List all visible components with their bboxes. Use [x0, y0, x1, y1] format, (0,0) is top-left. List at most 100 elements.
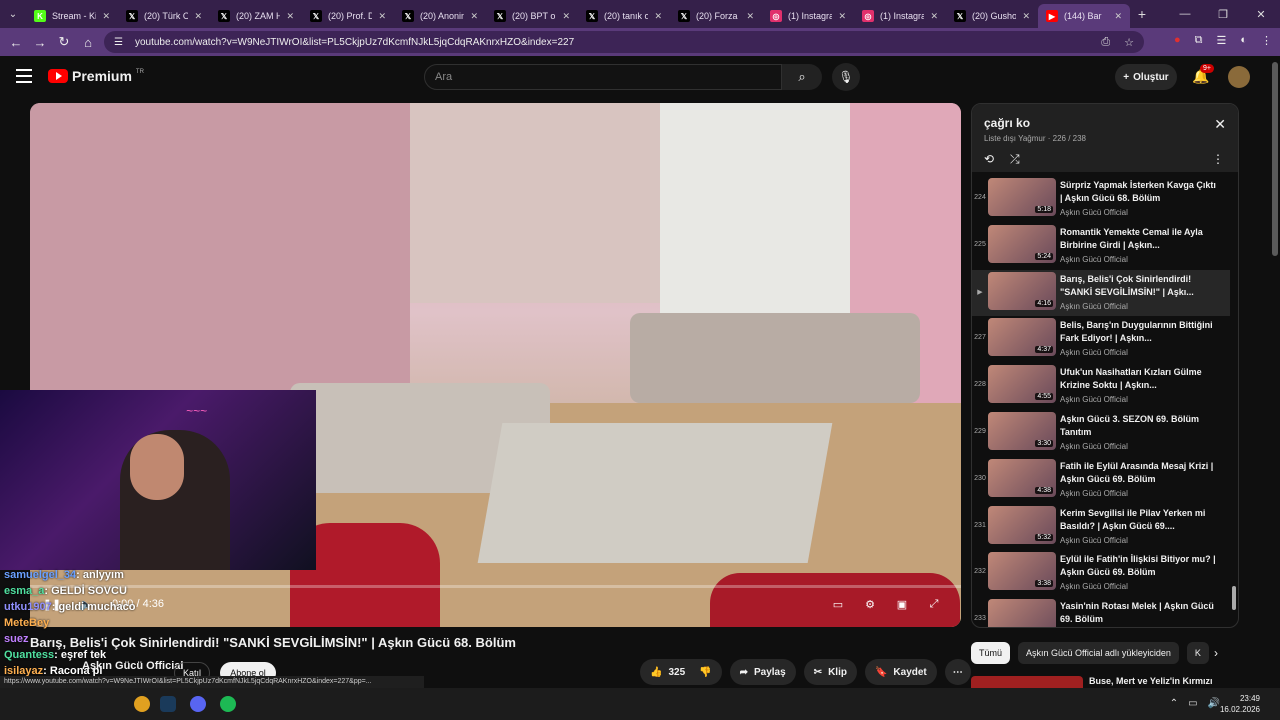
recommended-video[interactable]: Buse, Mert ve Yeliz'in Kırmızı [971, 676, 1239, 688]
youtube-premium-logo[interactable]: Premium TR [48, 68, 144, 84]
browser-tab[interactable]: 𝕏 (20) ZAM Ha ✕ [210, 4, 302, 28]
close-tab-icon[interactable]: ✕ [930, 11, 938, 22]
playlist-item-title[interactable]: Romantik Yemekte Cemal ile Ayla Birbirin… [1060, 226, 1220, 252]
close-window-icon[interactable]: ✕ [1242, 0, 1280, 28]
maximize-icon[interactable]: ❐ [1204, 0, 1242, 28]
filter-chip[interactable]: K [1186, 642, 1209, 664]
playlist-item[interactable]: 230 4:38 Fatih ile Eylül Arasında Mesaj Kr… [972, 457, 1230, 504]
recommended-title[interactable]: Buse, Mert ve Yeliz'in Kırmızı [1089, 676, 1213, 686]
profile-icon[interactable]: ◐ [1240, 34, 1247, 47]
share-button[interactable]: ➦ Paylaş [729, 659, 796, 685]
close-tab-icon[interactable]: ✕ [194, 11, 202, 22]
playlist-thumbnail[interactable]: 4:55 [988, 365, 1056, 404]
steam-icon[interactable] [160, 696, 176, 712]
playlist-item[interactable]: 229 3:30 Aşkın Gücü 3. SEZON 69. Bölüm Tan… [972, 410, 1230, 457]
playlist-item[interactable]: 233 3:37 Yasin'nin Rotası Melek | Aşkın Gü… [972, 597, 1230, 627]
playlist-thumbnail[interactable]: 3:38 [988, 552, 1056, 591]
chat-username[interactable]: esma_a [4, 585, 44, 597]
chat-username[interactable]: suez [4, 633, 28, 645]
playlist-item-title[interactable]: Belis, Barış'ın Duygularının Bittiğini F… [1060, 319, 1220, 345]
close-tab-icon[interactable]: ✕ [1114, 11, 1122, 22]
close-tab-icon[interactable]: ✕ [1022, 11, 1030, 22]
filter-chip[interactable]: Tümü [971, 642, 1011, 664]
fullscreen-icon[interactable]: ⤢ [926, 598, 942, 611]
playlist-item-title[interactable]: Yasin'nin Rotası Melek | Aşkın Gücü 69. … [1060, 600, 1220, 626]
loop-icon[interactable]: ⟲ [984, 152, 994, 166]
playlist-thumbnail[interactable]: 3:37 [988, 599, 1056, 627]
recommended-thumbnail[interactable] [971, 676, 1083, 688]
browser-tab[interactable]: 𝕏 (20) Prof. Dr ✕ [302, 4, 394, 28]
close-tab-icon[interactable]: ✕ [838, 11, 846, 22]
playlist-thumbnail[interactable]: 5:18 [988, 178, 1056, 216]
subtitles-icon[interactable]: ▭ [830, 598, 846, 611]
playlist-item-title[interactable]: Barış, Belis'i Çok Sinirlendirdi! "SANKİ… [1060, 273, 1220, 299]
chat-username[interactable]: Quantess [4, 649, 54, 661]
home-icon[interactable]: ⌂ [76, 35, 100, 50]
browser-tab[interactable]: 𝕏 (20) BPT on ✕ [486, 4, 578, 28]
close-tab-icon[interactable]: ✕ [102, 11, 110, 22]
chat-username[interactable]: samuelgel_34 [4, 569, 76, 581]
clip-button[interactable]: ✂ Klip [803, 659, 857, 685]
browser-tab[interactable]: 𝕏 (20) Forza C ✕ [670, 4, 762, 28]
chrome-icon[interactable] [134, 696, 150, 712]
browser-tab[interactable]: ◎ (1) Instagram ✕ [854, 4, 946, 28]
search-icon[interactable]: ⌕ [782, 64, 822, 90]
playlist-scrollbar[interactable] [1232, 176, 1236, 626]
network-icon[interactable]: ▭ [1188, 698, 1197, 709]
close-playlist-icon[interactable]: ✕ [1214, 116, 1226, 133]
page-scrollbar[interactable] [1272, 62, 1278, 256]
install-app-icon[interactable]: ⎙ [1101, 36, 1110, 49]
playlist-thumbnail[interactable]: 5:32 [988, 505, 1056, 544]
voice-search-icon[interactable]: 🎙 [832, 63, 860, 91]
close-tab-icon[interactable]: ✕ [562, 11, 570, 22]
chat-username[interactable]: MeteBey [4, 617, 49, 629]
close-tab-icon[interactable]: ✕ [470, 11, 478, 22]
guide-menu-icon[interactable] [16, 69, 32, 87]
create-button[interactable]: + Oluştur [1115, 64, 1177, 90]
playlist-scroll-thumb[interactable] [1232, 586, 1236, 610]
taskbar-clock[interactable]: 23:49 16.02.2026 [1220, 693, 1260, 715]
reload-icon[interactable]: ↻ [52, 34, 76, 50]
playlist-item-title[interactable]: Ufuk'un Nasihatları Kızları Gülme Krizin… [1060, 366, 1220, 392]
playlist-more-icon[interactable]: ⋮ [1212, 152, 1224, 166]
browser-tab[interactable]: K Stream - Kick ✕ [26, 4, 118, 28]
extension-icon[interactable]: ● [1174, 34, 1181, 47]
playlist-item-title[interactable]: Sürpriz Yapmak İsterken Kavga Çıktı | Aş… [1060, 179, 1220, 205]
playlist-item[interactable]: 231 5:32 Kerim Sevgilisi ile Pilav Yerken … [972, 504, 1230, 551]
playlist-item[interactable]: 228 4:55 Ufuk'un Nasihatları Kızları Gülme… [972, 363, 1230, 410]
miniplayer-icon[interactable]: ▣ [894, 598, 910, 611]
playlist-title[interactable]: çağrı ko [984, 116, 1030, 130]
playlist-item-title[interactable]: Kerim Sevgilisi ile Pilav Yerken mi Bası… [1060, 507, 1220, 533]
tab-search-icon[interactable]: ⌄ [0, 0, 26, 28]
like-button[interactable]: 👍 325 👎 [640, 659, 722, 685]
browser-tab[interactable]: 𝕏 (20) Anonim ✕ [394, 4, 486, 28]
browser-tab[interactable]: ◎ (1) Instagram ✕ [762, 4, 854, 28]
save-button[interactable]: 🔖 Kaydet [864, 659, 937, 685]
playlist-thumbnail[interactable]: 5:24 [988, 224, 1056, 263]
chips-next-icon[interactable]: › [1214, 646, 1218, 660]
bookmark-star-icon[interactable]: ☆ [1124, 36, 1134, 49]
playlist-item[interactable]: 225 5:24 Romantik Yemekte Cemal ile Ayla B… [972, 223, 1230, 270]
spotify-icon[interactable] [220, 696, 236, 712]
discord-icon[interactable] [190, 696, 206, 712]
playlist-item[interactable]: ▶ 4:16 Barış, Belis'i Çok Sinirlendirdi! "… [972, 269, 1230, 317]
search-input[interactable]: Ara [424, 64, 782, 90]
playlist-item-title[interactable]: Fatih ile Eylül Arasında Mesaj Krizi | A… [1060, 460, 1220, 486]
close-tab-icon[interactable]: ✕ [286, 11, 294, 22]
reading-list-icon[interactable]: ☰ [1216, 34, 1226, 47]
minimize-icon[interactable]: — [1166, 0, 1204, 28]
url-field[interactable]: ☰ youtube.com/watch?v=W9NeJTIWrOI&list=P… [104, 31, 1144, 53]
filter-chip[interactable]: Aşkın Gücü Official adlı yükleyiciden [1018, 642, 1179, 664]
playlist-thumbnail[interactable]: 4:16 [988, 271, 1056, 310]
shuffle-icon[interactable]: ⤮ [1010, 152, 1020, 167]
playlist-item-title[interactable]: Eylül ile Fatih'in İlişkisi Bitiyor mu? … [1060, 553, 1220, 579]
speaker-icon[interactable]: 🔊 [1208, 698, 1220, 709]
close-tab-icon[interactable]: ✕ [378, 11, 386, 22]
chat-username[interactable]: utku1907 [4, 601, 52, 613]
playlist-thumbnail[interactable]: 3:30 [988, 411, 1056, 450]
browser-tab[interactable]: 𝕏 (20) Gushole ✕ [946, 4, 1038, 28]
site-info-icon[interactable]: ☰ [114, 37, 123, 48]
more-actions-icon[interactable]: ⋯ [944, 659, 971, 685]
browser-menu-icon[interactable]: ⋮ [1261, 34, 1272, 47]
close-tab-icon[interactable]: ✕ [746, 11, 754, 22]
